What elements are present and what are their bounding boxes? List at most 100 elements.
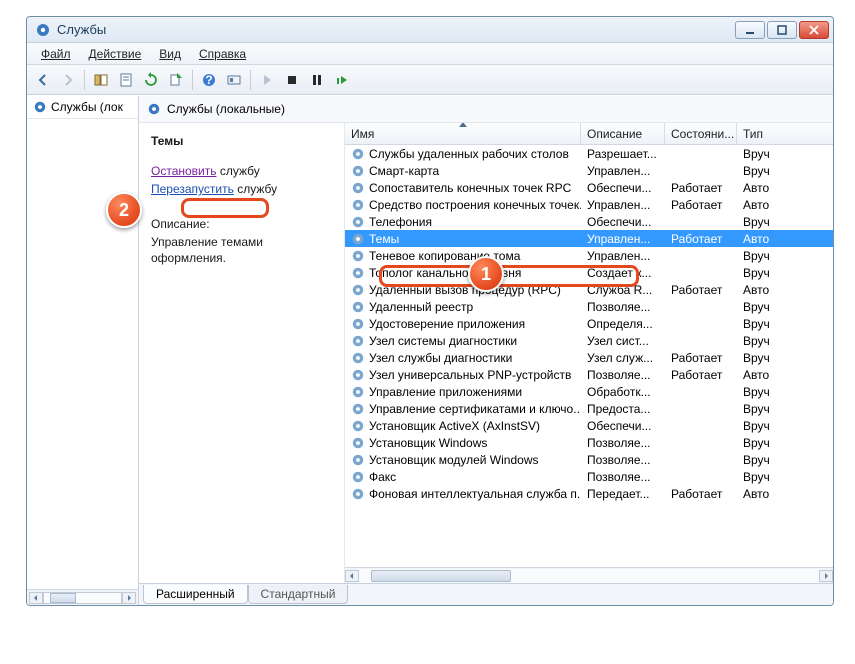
service-row[interactable]: Узел службы диагностикиУзел служ...Работ… xyxy=(345,349,833,366)
pause-service-button[interactable] xyxy=(305,68,329,92)
export-button[interactable] xyxy=(164,68,188,92)
col-state[interactable]: Состояни... xyxy=(665,123,737,144)
nav-forward-button[interactable] xyxy=(56,68,80,92)
scroll-left-icon[interactable] xyxy=(29,592,43,604)
cell-name: Установщик Windows xyxy=(345,436,581,450)
cell-desc: Предоста... xyxy=(581,402,665,416)
service-row[interactable]: Удаленный вызов процедур (RPC)Служба R..… xyxy=(345,281,833,298)
tree-body[interactable] xyxy=(27,119,138,589)
show-hide-tree-button[interactable] xyxy=(89,68,113,92)
cell-desc: Позволяе... xyxy=(581,470,665,484)
menu-view[interactable]: Вид xyxy=(151,45,189,63)
titlebar[interactable]: Службы xyxy=(27,17,833,43)
service-row[interactable]: Узел системы диагностикиУзел сист...Вруч xyxy=(345,332,833,349)
service-row[interactable]: Тополог канального уровняСоздает к...Вру… xyxy=(345,264,833,281)
services-icon xyxy=(35,22,51,38)
toolbar-separator xyxy=(250,70,251,90)
cell-name: Узел системы диагностики xyxy=(345,334,581,348)
cell-name: Удостоверение приложения xyxy=(345,317,581,331)
service-row[interactable]: Сопоставитель конечных точек RPCОбеспечи… xyxy=(345,179,833,196)
view-tabs: Расширенный Стандартный xyxy=(139,583,833,605)
services-window: Службы Файл Действие Вид Справка ? xyxy=(26,16,834,606)
service-row[interactable]: Удаленный реестрПозволяе...Вруч xyxy=(345,298,833,315)
toolbar-extra-button[interactable] xyxy=(222,68,246,92)
service-row[interactable]: ФаксПозволяе...Вруч xyxy=(345,468,833,485)
refresh-button[interactable] xyxy=(139,68,163,92)
service-row[interactable]: Удостоверение приложенияОпределя...Вруч xyxy=(345,315,833,332)
tree-root-item[interactable]: Службы (лок xyxy=(27,96,138,119)
detail-panel: Темы Остановить службу Перезапустить слу… xyxy=(139,123,344,583)
service-row[interactable]: Установщик WindowsПозволяе...Вруч xyxy=(345,434,833,451)
main-pane: Службы (локальные) Темы Остановить служб… xyxy=(139,96,833,605)
cell-type: Авто xyxy=(737,232,787,246)
cell-name: Управление сертификатами и ключо... xyxy=(345,402,581,416)
menu-action[interactable]: Действие xyxy=(81,45,150,63)
minimize-button[interactable] xyxy=(735,21,765,39)
nav-back-button[interactable] xyxy=(31,68,55,92)
selected-service-name: Темы xyxy=(151,133,332,149)
start-service-button[interactable] xyxy=(255,68,279,92)
service-row[interactable]: Смарт-картаУправлен...Вруч xyxy=(345,162,833,179)
tree-pane: Службы (лок xyxy=(27,96,139,605)
menu-file[interactable]: Файл xyxy=(33,45,79,63)
restart-service-button[interactable] xyxy=(330,68,354,92)
list-header: Имя Описание Состояни... Тип xyxy=(345,123,833,145)
tab-standard[interactable]: Стандартный xyxy=(248,585,349,604)
service-row[interactable]: Установщик модулей WindowsПозволяе...Вру… xyxy=(345,451,833,468)
list-body[interactable]: Службы удаленных рабочих столовРазрешает… xyxy=(345,145,833,567)
properties-button[interactable] xyxy=(114,68,138,92)
scroll-thumb[interactable] xyxy=(371,570,511,582)
scroll-left-icon[interactable] xyxy=(345,570,359,582)
cell-name: Средство построения конечных точек... xyxy=(345,198,581,212)
service-row[interactable]: Установщик ActiveX (AxInstSV)Обеспечи...… xyxy=(345,417,833,434)
cell-desc: Обеспечи... xyxy=(581,419,665,433)
stop-service-button[interactable] xyxy=(280,68,304,92)
sort-asc-icon xyxy=(459,123,467,127)
cell-type: Авто xyxy=(737,487,787,501)
service-row[interactable]: ТелефонияОбеспечи...Вруч xyxy=(345,213,833,230)
service-row[interactable]: Средство построения конечных точек...Упр… xyxy=(345,196,833,213)
close-button[interactable] xyxy=(799,21,829,39)
service-row[interactable]: Узел универсальных PNP-устройствПозволяе… xyxy=(345,366,833,383)
cell-name: Тополог канального уровня xyxy=(345,266,581,280)
cell-type: Вруч xyxy=(737,215,787,229)
description-label: Описание: xyxy=(151,216,332,232)
svg-text:?: ? xyxy=(205,73,212,87)
content-area: Службы (лок Службы (локальные) Темы Оста… xyxy=(27,95,833,605)
service-row[interactable]: Управление сертификатами и ключо...Предо… xyxy=(345,400,833,417)
restart-service-link[interactable]: Перезапустить xyxy=(151,182,234,196)
cell-name: Управление приложениями xyxy=(345,385,581,399)
menubar: Файл Действие Вид Справка xyxy=(27,43,833,65)
cell-desc: Позволяе... xyxy=(581,300,665,314)
tab-extended[interactable]: Расширенный xyxy=(143,585,248,604)
cell-desc: Обеспечи... xyxy=(581,215,665,229)
cell-desc: Узел сист... xyxy=(581,334,665,348)
cell-desc: Создает к... xyxy=(581,266,665,280)
scroll-thumb[interactable] xyxy=(50,593,76,603)
cell-type: Вруч xyxy=(737,385,787,399)
list-hscroll[interactable] xyxy=(345,567,833,583)
stop-service-link[interactable]: Остановить xyxy=(151,164,217,178)
col-type[interactable]: Тип xyxy=(737,123,787,144)
service-row[interactable]: ТемыУправлен...РаботаетАвто xyxy=(345,230,833,247)
maximize-button[interactable] xyxy=(767,21,797,39)
cell-type: Вруч xyxy=(737,164,787,178)
cell-state: Работает xyxy=(665,487,737,501)
cell-state: Работает xyxy=(665,198,737,212)
cell-desc: Обработк... xyxy=(581,385,665,399)
scroll-right-icon[interactable] xyxy=(819,570,833,582)
service-list: Имя Описание Состояни... Тип Службы удал… xyxy=(344,123,833,583)
help-button[interactable]: ? xyxy=(197,68,221,92)
col-description[interactable]: Описание xyxy=(581,123,665,144)
service-row[interactable]: Теневое копирование томаУправлен...Вруч xyxy=(345,247,833,264)
service-row[interactable]: Фоновая интеллектуальная служба п...Пере… xyxy=(345,485,833,502)
service-row[interactable]: Управление приложениямиОбработк... Вруч xyxy=(345,383,833,400)
tree-hscroll[interactable] xyxy=(27,589,138,605)
scroll-right-icon[interactable] xyxy=(122,592,136,604)
service-row[interactable]: Службы удаленных рабочих столовРазрешает… xyxy=(345,145,833,162)
cell-desc: Передает... xyxy=(581,487,665,501)
menu-help[interactable]: Справка xyxy=(191,45,254,63)
cell-type: Вруч xyxy=(737,317,787,331)
cell-name: Службы удаленных рабочих столов xyxy=(345,147,581,161)
col-name[interactable]: Имя xyxy=(345,123,581,144)
